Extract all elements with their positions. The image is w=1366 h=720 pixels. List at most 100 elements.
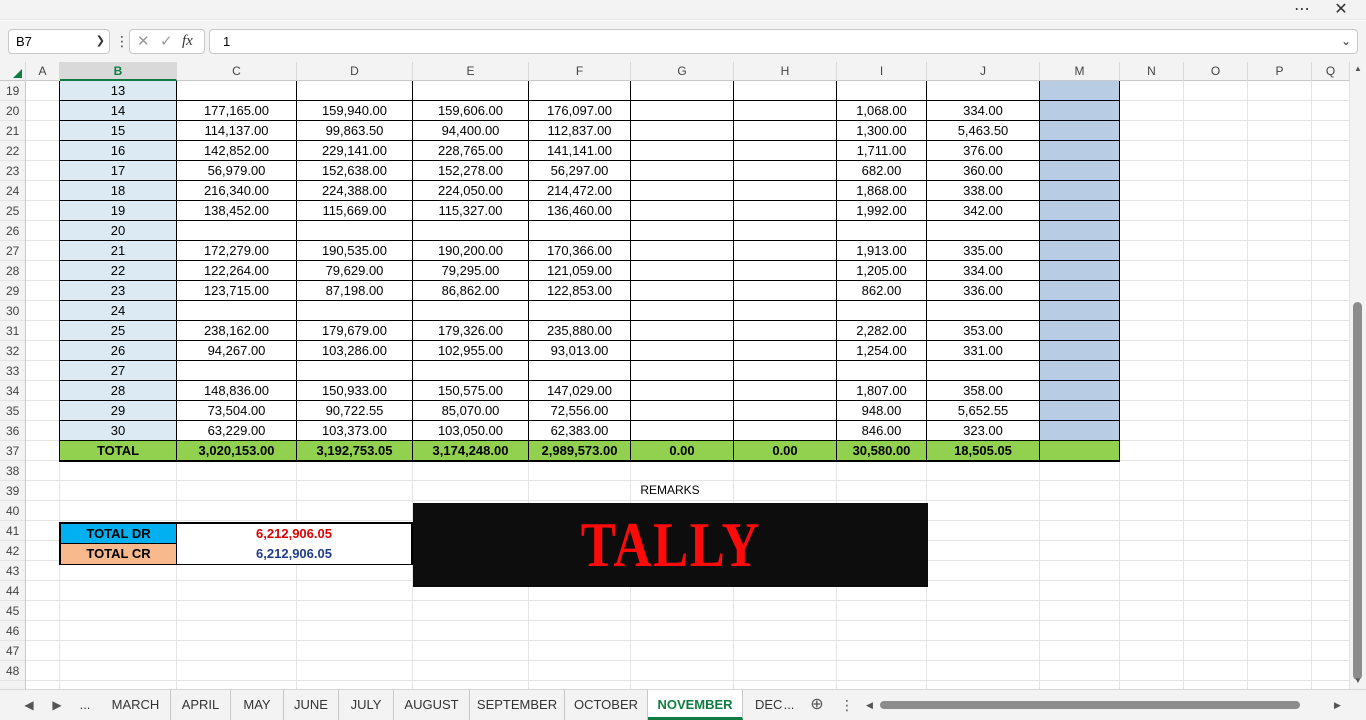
- table-cell[interactable]: [927, 301, 1040, 321]
- table-cell[interactable]: [734, 361, 837, 381]
- table-cell[interactable]: [177, 221, 297, 241]
- table-cell[interactable]: 5,463.50: [927, 121, 1040, 141]
- total-cell[interactable]: 0.00: [734, 441, 837, 461]
- scroll-up-icon[interactable]: ▲: [1350, 62, 1366, 76]
- table-cell[interactable]: 2,282.00: [837, 321, 927, 341]
- select-all-corner[interactable]: [0, 62, 26, 81]
- column-header-d[interactable]: D: [297, 62, 413, 81]
- m-column-cell[interactable]: [1040, 321, 1120, 341]
- table-cell[interactable]: 150,933.00: [297, 381, 413, 401]
- table-cell[interactable]: 142,852.00: [177, 141, 297, 161]
- table-cell[interactable]: 112,837.00: [529, 121, 631, 141]
- table-cell[interactable]: [631, 241, 734, 261]
- table-cell[interactable]: [529, 361, 631, 381]
- table-cell[interactable]: [529, 301, 631, 321]
- day-cell[interactable]: 27: [60, 361, 177, 381]
- table-cell[interactable]: 1,205.00: [837, 261, 927, 281]
- table-cell[interactable]: [413, 221, 529, 241]
- table-cell[interactable]: 73,504.00: [177, 401, 297, 421]
- table-cell[interactable]: 176,097.00: [529, 101, 631, 121]
- sheet-tab-dec[interactable]: DEC: [743, 690, 782, 720]
- total-dr-label[interactable]: TOTAL DR: [61, 524, 177, 544]
- day-cell[interactable]: 24: [60, 301, 177, 321]
- column-header-g[interactable]: G: [631, 62, 734, 81]
- table-cell[interactable]: [631, 261, 734, 281]
- table-cell[interactable]: [177, 301, 297, 321]
- table-cell[interactable]: 122,853.00: [529, 281, 631, 301]
- m-column-cell[interactable]: [1040, 161, 1120, 181]
- table-cell[interactable]: [631, 101, 734, 121]
- table-cell[interactable]: 63,229.00: [177, 421, 297, 441]
- table-cell[interactable]: 216,340.00: [177, 181, 297, 201]
- table-cell[interactable]: [177, 361, 297, 381]
- table-cell[interactable]: 79,629.00: [297, 261, 413, 281]
- table-cell[interactable]: [734, 321, 837, 341]
- table-cell[interactable]: [734, 381, 837, 401]
- day-cell[interactable]: 14: [60, 101, 177, 121]
- table-cell[interactable]: 190,535.00: [297, 241, 413, 261]
- table-cell[interactable]: 90,722.55: [297, 401, 413, 421]
- next-sheet-icon[interactable]: ▶: [46, 690, 68, 720]
- table-cell[interactable]: 179,326.00: [413, 321, 529, 341]
- row-header-45[interactable]: 45: [0, 601, 25, 621]
- row-header-40[interactable]: 40: [0, 501, 25, 521]
- more-sheets-left[interactable]: ...: [74, 690, 96, 720]
- day-cell[interactable]: 21: [60, 241, 177, 261]
- table-cell[interactable]: [177, 81, 297, 101]
- horizontal-scroll-thumb[interactable]: [880, 701, 1300, 709]
- table-cell[interactable]: 141,141.00: [529, 141, 631, 161]
- column-header-a[interactable]: A: [26, 62, 60, 81]
- table-cell[interactable]: 224,388.00: [297, 181, 413, 201]
- table-cell[interactable]: 56,297.00: [529, 161, 631, 181]
- row-header-24[interactable]: 24: [0, 181, 25, 201]
- table-cell[interactable]: 229,141.00: [297, 141, 413, 161]
- total-dr-value[interactable]: 6,212,906.05: [177, 524, 411, 544]
- table-cell[interactable]: [631, 401, 734, 421]
- m-column-cell[interactable]: [1040, 421, 1120, 441]
- column-header-o[interactable]: O: [1184, 62, 1248, 81]
- table-cell[interactable]: 138,452.00: [177, 201, 297, 221]
- row-header-46[interactable]: 46: [0, 621, 25, 641]
- table-cell[interactable]: [631, 321, 734, 341]
- sheet-tab-october[interactable]: OCTOBER: [565, 690, 648, 720]
- sheet-tab-august[interactable]: AUGUST: [394, 690, 470, 720]
- column-header-b[interactable]: B: [60, 62, 177, 81]
- table-cell[interactable]: 152,278.00: [413, 161, 529, 181]
- row-header-19[interactable]: 19: [0, 81, 25, 101]
- table-cell[interactable]: [927, 361, 1040, 381]
- vertical-dots-icon[interactable]: ⋮: [115, 29, 129, 54]
- total-cell[interactable]: 2,989,573.00: [529, 441, 631, 461]
- total-cell[interactable]: TOTAL: [60, 441, 177, 461]
- table-cell[interactable]: 94,400.00: [413, 121, 529, 141]
- row-header-44[interactable]: 44: [0, 581, 25, 601]
- table-cell[interactable]: 179,679.00: [297, 321, 413, 341]
- table-cell[interactable]: [631, 181, 734, 201]
- row-header-21[interactable]: 21: [0, 121, 25, 141]
- vertical-scroll-thumb[interactable]: [1353, 302, 1362, 680]
- table-cell[interactable]: 114,137.00: [177, 121, 297, 141]
- table-cell[interactable]: [837, 221, 927, 241]
- table-cell[interactable]: 150,575.00: [413, 381, 529, 401]
- more-icon[interactable]: ⋯: [1290, 0, 1314, 20]
- table-cell[interactable]: 115,669.00: [297, 201, 413, 221]
- scroll-right-icon[interactable]: ▶: [1334, 698, 1341, 712]
- table-cell[interactable]: [734, 141, 837, 161]
- table-cell[interactable]: [837, 301, 927, 321]
- table-cell[interactable]: 1,300.00: [837, 121, 927, 141]
- table-cell[interactable]: 102,955.00: [413, 341, 529, 361]
- table-cell[interactable]: [734, 201, 837, 221]
- day-cell[interactable]: 16: [60, 141, 177, 161]
- row-header-32[interactable]: 32: [0, 341, 25, 361]
- day-cell[interactable]: 20: [60, 221, 177, 241]
- table-cell[interactable]: 1,992.00: [837, 201, 927, 221]
- table-cell[interactable]: 72,556.00: [529, 401, 631, 421]
- table-cell[interactable]: 93,013.00: [529, 341, 631, 361]
- table-cell[interactable]: 331.00: [927, 341, 1040, 361]
- table-cell[interactable]: 338.00: [927, 181, 1040, 201]
- day-cell[interactable]: 17: [60, 161, 177, 181]
- table-cell[interactable]: [297, 301, 413, 321]
- fx-icon[interactable]: fx: [182, 30, 193, 53]
- table-cell[interactable]: 235,880.00: [529, 321, 631, 341]
- column-header-h[interactable]: H: [734, 62, 837, 81]
- day-cell[interactable]: 25: [60, 321, 177, 341]
